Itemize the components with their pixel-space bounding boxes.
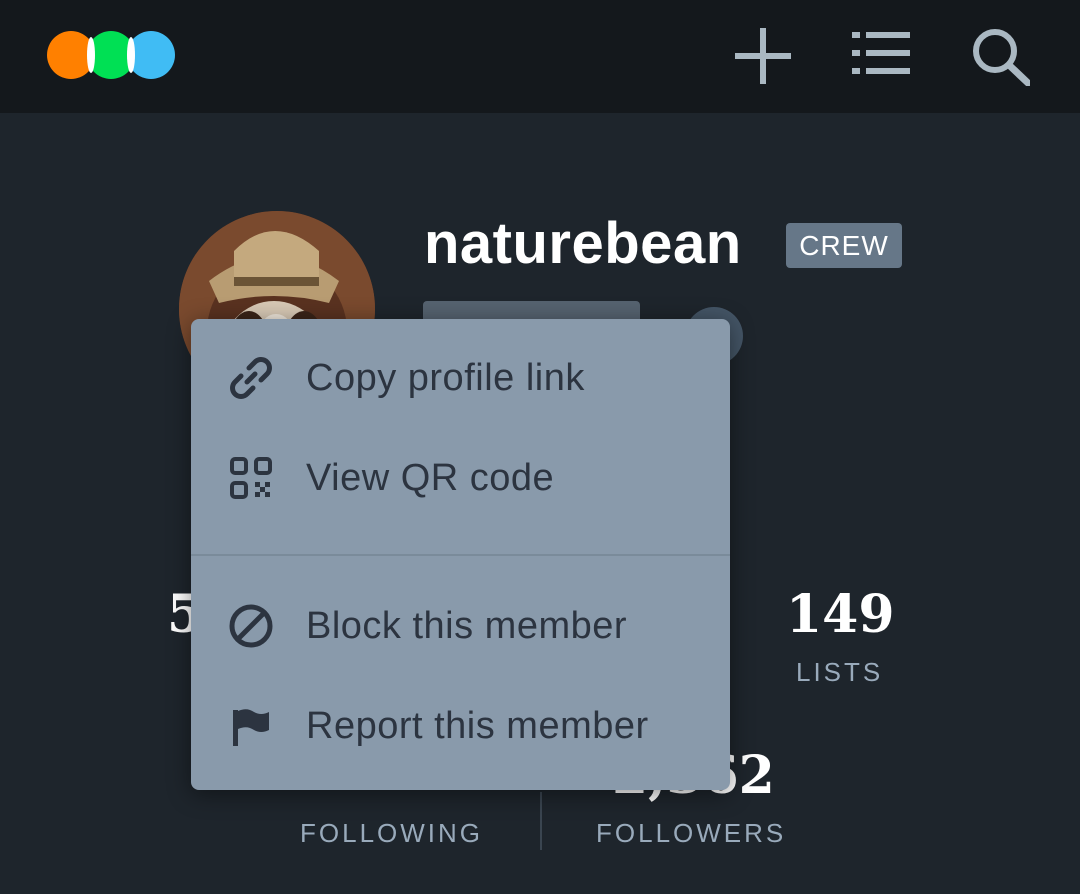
menu-item-report-member[interactable]: Report this member [191,676,730,776]
stats-divider [540,792,542,850]
menu-item-view-qr-code[interactable]: View QR code [191,428,730,528]
menu-item-label: Report this member [306,704,649,747]
followers-label: FOLLOWERS [596,818,787,848]
top-bar [0,0,1080,113]
profile-options-menu: Copy profile link View QR code Block thi… [191,319,730,790]
list-icon[interactable] [850,26,910,86]
following-label: FOLLOWING [300,818,484,848]
menu-item-block-member[interactable]: Block this member [191,576,730,676]
menu-item-label: Copy profile link [306,356,585,399]
search-icon[interactable] [970,26,1030,86]
lists-count[interactable]: 149 [786,584,895,645]
menu-item-label: View QR code [306,456,555,499]
letterboxd-logo-icon[interactable] [47,31,177,79]
lists-label: LISTS [796,657,884,687]
menu-divider [191,554,730,556]
block-icon [229,604,273,648]
link-icon [230,357,272,399]
plus-icon[interactable] [733,26,793,86]
crew-badge: CREW [786,223,902,268]
qr-code-icon [230,457,272,499]
menu-item-label: Block this member [306,604,628,647]
flag-icon [233,709,269,746]
username: naturebean [424,211,742,276]
menu-item-copy-profile-link[interactable]: Copy profile link [191,328,730,428]
